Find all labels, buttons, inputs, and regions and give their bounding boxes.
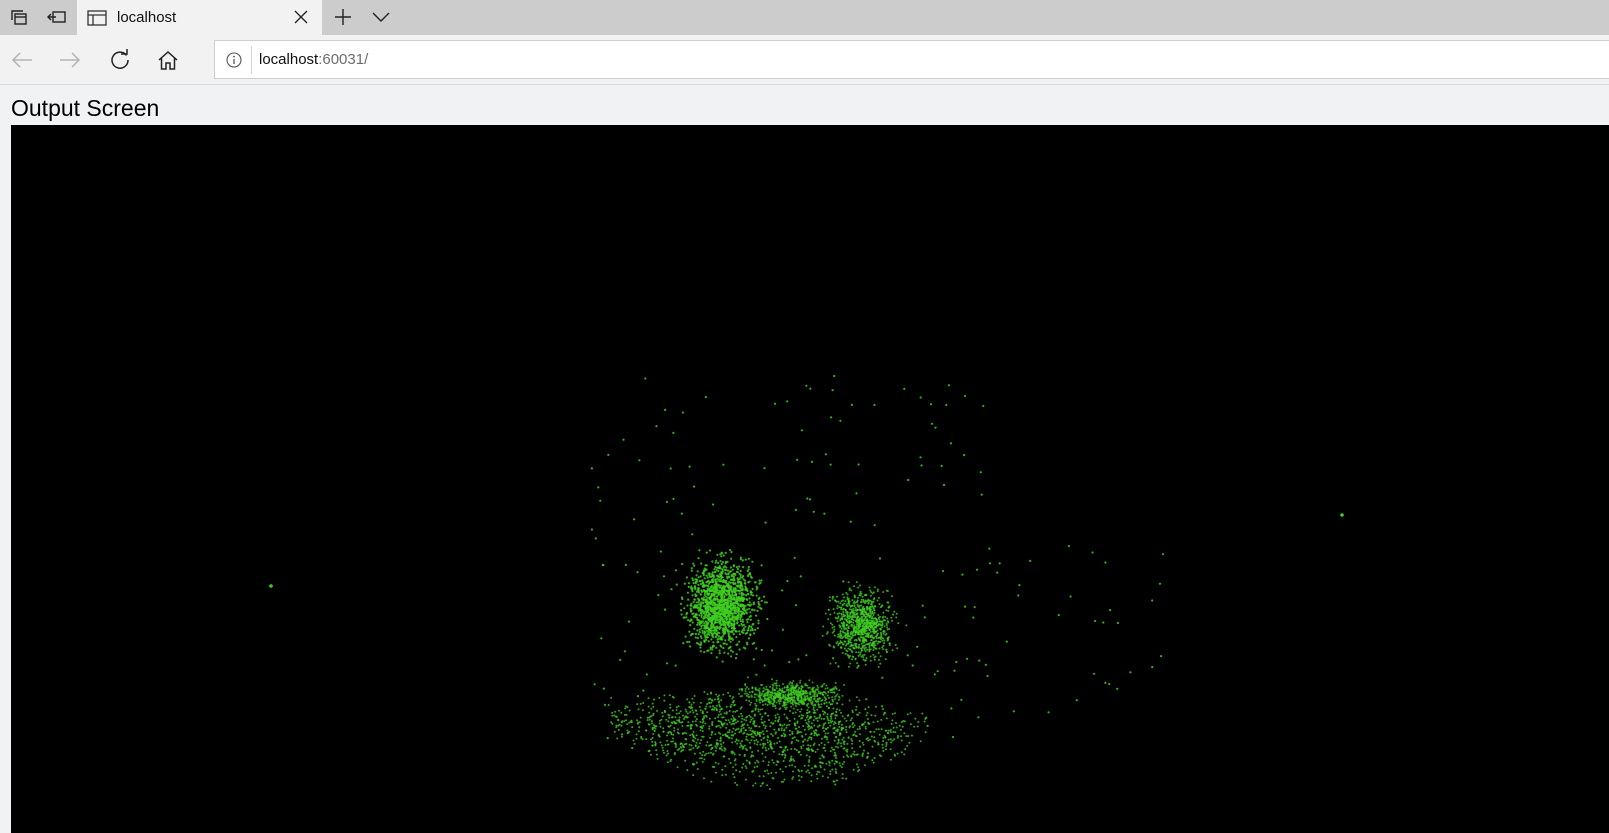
tab-localhost[interactable]: localhost (77, 0, 322, 35)
back-button[interactable] (5, 43, 39, 77)
tab-title: localhost (117, 9, 177, 26)
set-aside-icon (47, 11, 66, 23)
new-tab-button[interactable] (324, 0, 362, 34)
refresh-button[interactable] (103, 43, 137, 77)
chevron-down-icon (372, 12, 390, 22)
page-title: Output Screen (11, 95, 160, 121)
tab-preview-button[interactable] (362, 0, 400, 34)
page-content: Output Screen (0, 86, 1609, 833)
close-tab-icon[interactable] (290, 6, 312, 28)
point-cloud (269, 374, 1344, 790)
output-canvas[interactable] (11, 125, 1609, 833)
navigation-bar: localhost:60031/ (0, 35, 1609, 85)
set-aside-tabs-button[interactable] (38, 0, 76, 34)
url-host: localhost (259, 51, 319, 68)
forward-button[interactable] (53, 43, 87, 77)
address-separator (251, 45, 252, 74)
tab-manager-button[interactable] (0, 0, 38, 34)
info-icon[interactable] (225, 51, 243, 69)
home-icon (158, 50, 178, 70)
url-port: :60031/ (318, 51, 369, 68)
tab-strip: localhost (0, 0, 1609, 35)
tabs-aside-icon (11, 10, 27, 25)
refresh-icon (111, 49, 129, 69)
url-text[interactable]: localhost:60031/ (259, 51, 368, 68)
plus-icon (335, 9, 351, 25)
home-button[interactable] (151, 43, 185, 77)
back-arrow-icon (11, 52, 32, 68)
address-bar[interactable]: localhost:60031/ (214, 40, 1609, 79)
page-icon (87, 9, 107, 27)
forward-arrow-icon (60, 52, 81, 68)
